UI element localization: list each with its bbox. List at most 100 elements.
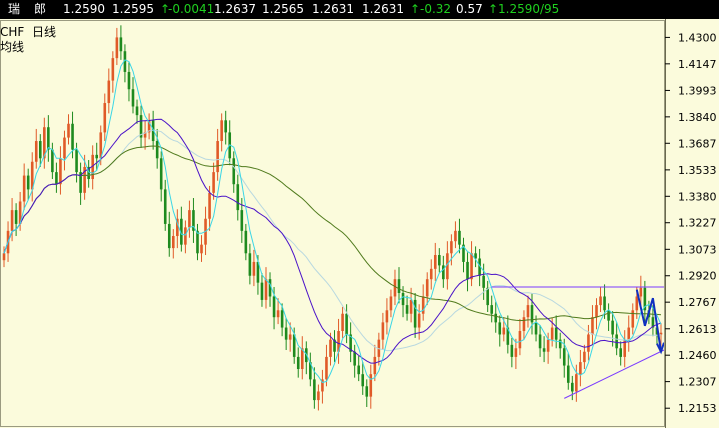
candle-body — [276, 310, 280, 318]
price-axis: 1.4300 1.4147 1.3993 1.3840 1.3687 1.3533 1.33… — [665, 31, 717, 415]
candle-body — [55, 172, 58, 185]
candle-body — [14, 210, 18, 224]
candle-body — [135, 106, 139, 116]
y-tick-label: 1.2767 — [678, 296, 717, 309]
candle-body — [490, 305, 494, 314]
candle-body — [611, 320, 614, 335]
candle-body — [51, 149, 54, 173]
candle-body — [458, 230, 461, 245]
candle-body — [284, 327, 288, 340]
candle-body — [550, 327, 554, 340]
candle-body — [405, 305, 409, 314]
candle-body — [575, 374, 578, 392]
candle-body — [34, 141, 38, 162]
candle-body — [393, 279, 397, 297]
candle-body — [325, 356, 328, 380]
candle-body — [127, 71, 131, 90]
y-tick-label: 1.4147 — [678, 58, 717, 71]
candle-body — [329, 339, 332, 357]
candle-body — [591, 317, 594, 335]
candle-body — [369, 374, 373, 397]
candle-body — [514, 348, 518, 357]
last-price: 1.2590 — [63, 2, 105, 16]
candle-body — [373, 356, 377, 375]
quote-bar: 瑞 郎 1.2590 1.2595 ↑ -0.0041 1.2637 1.256… — [0, 0, 719, 19]
candle-body — [38, 141, 42, 159]
candle-body — [131, 89, 135, 107]
candle-body — [639, 287, 643, 297]
candle-body — [546, 339, 550, 352]
candle-body — [631, 310, 635, 328]
candle-body — [409, 299, 413, 314]
candle-body — [200, 244, 203, 254]
candle-body — [510, 344, 514, 357]
candle-body — [603, 296, 606, 311]
high-price: 1.2631 — [312, 2, 354, 16]
candle-body — [587, 334, 590, 352]
chart-legend: CHF 日线 均线 — [0, 25, 56, 55]
candle-body — [542, 348, 546, 352]
candle-body — [95, 154, 99, 159]
candle-body — [466, 261, 469, 280]
candle-body — [188, 210, 191, 228]
y-tick-label: 1.2460 — [678, 349, 717, 362]
candle-body — [63, 137, 66, 159]
pct-arrow-icon: ↑ — [410, 2, 421, 16]
candle-body — [389, 296, 393, 311]
candle-body — [59, 158, 62, 185]
candle-body — [264, 279, 268, 300]
candle-body — [385, 310, 389, 323]
candle-body — [413, 299, 417, 328]
candle-body — [103, 103, 107, 133]
candle-body — [313, 379, 316, 401]
candle-body — [534, 322, 538, 335]
bidask-arrow-icon: ↑ — [488, 2, 499, 16]
indicator-label: 均线 — [0, 40, 25, 54]
candle-body — [111, 58, 115, 81]
candle-body — [417, 313, 421, 328]
period-label: 日线 — [31, 25, 56, 39]
candle-body — [502, 327, 506, 335]
candle-body — [397, 279, 401, 294]
candle-body — [75, 149, 78, 173]
candle-body — [353, 351, 356, 366]
candle-body — [454, 230, 457, 242]
candle-body — [518, 331, 522, 349]
close-price: 1.2631 — [362, 2, 404, 16]
y-tick-label: 1.3993 — [678, 84, 717, 97]
candle-body — [2, 253, 6, 261]
symbol-label: CHF — [0, 25, 25, 39]
plot-area — [2, 25, 665, 411]
candle-body — [163, 189, 167, 224]
candlestick-chart[interactable]: 1.4300 1.4147 1.3993 1.3840 1.3687 1.3533 1.33… — [0, 19, 719, 428]
candle-body — [244, 230, 248, 254]
candle-body — [579, 362, 582, 375]
candle-body — [429, 268, 433, 280]
candle-body — [167, 223, 171, 249]
candle-body — [442, 265, 445, 280]
candle-body — [119, 37, 123, 52]
y-tick-label: 1.2153 — [678, 402, 717, 415]
candle-body — [607, 310, 610, 321]
candle-body — [571, 382, 574, 392]
y-tick-label: 1.4300 — [678, 31, 717, 44]
candle-body — [10, 210, 14, 231]
candle-body — [486, 287, 489, 306]
y-tick-label: 1.2613 — [678, 323, 717, 336]
y-tick-label: 1.3227 — [678, 217, 717, 230]
candle-body — [522, 317, 526, 332]
amplitude: 0.57 — [456, 2, 483, 16]
candle-body — [361, 374, 365, 387]
bid-ask: 1.2590/95 — [498, 2, 560, 16]
candle-body — [450, 241, 453, 254]
candle-body — [220, 120, 223, 142]
y-tick-label: 1.2307 — [678, 376, 717, 389]
candle-body — [252, 261, 256, 276]
ma-line-cyan — [3, 59, 662, 384]
candle-body — [357, 365, 360, 375]
y-tick-label: 1.3840 — [678, 111, 717, 124]
candle-body — [224, 120, 227, 133]
candle-body — [260, 282, 264, 300]
candle-body — [248, 253, 252, 276]
candle-body — [381, 322, 385, 340]
